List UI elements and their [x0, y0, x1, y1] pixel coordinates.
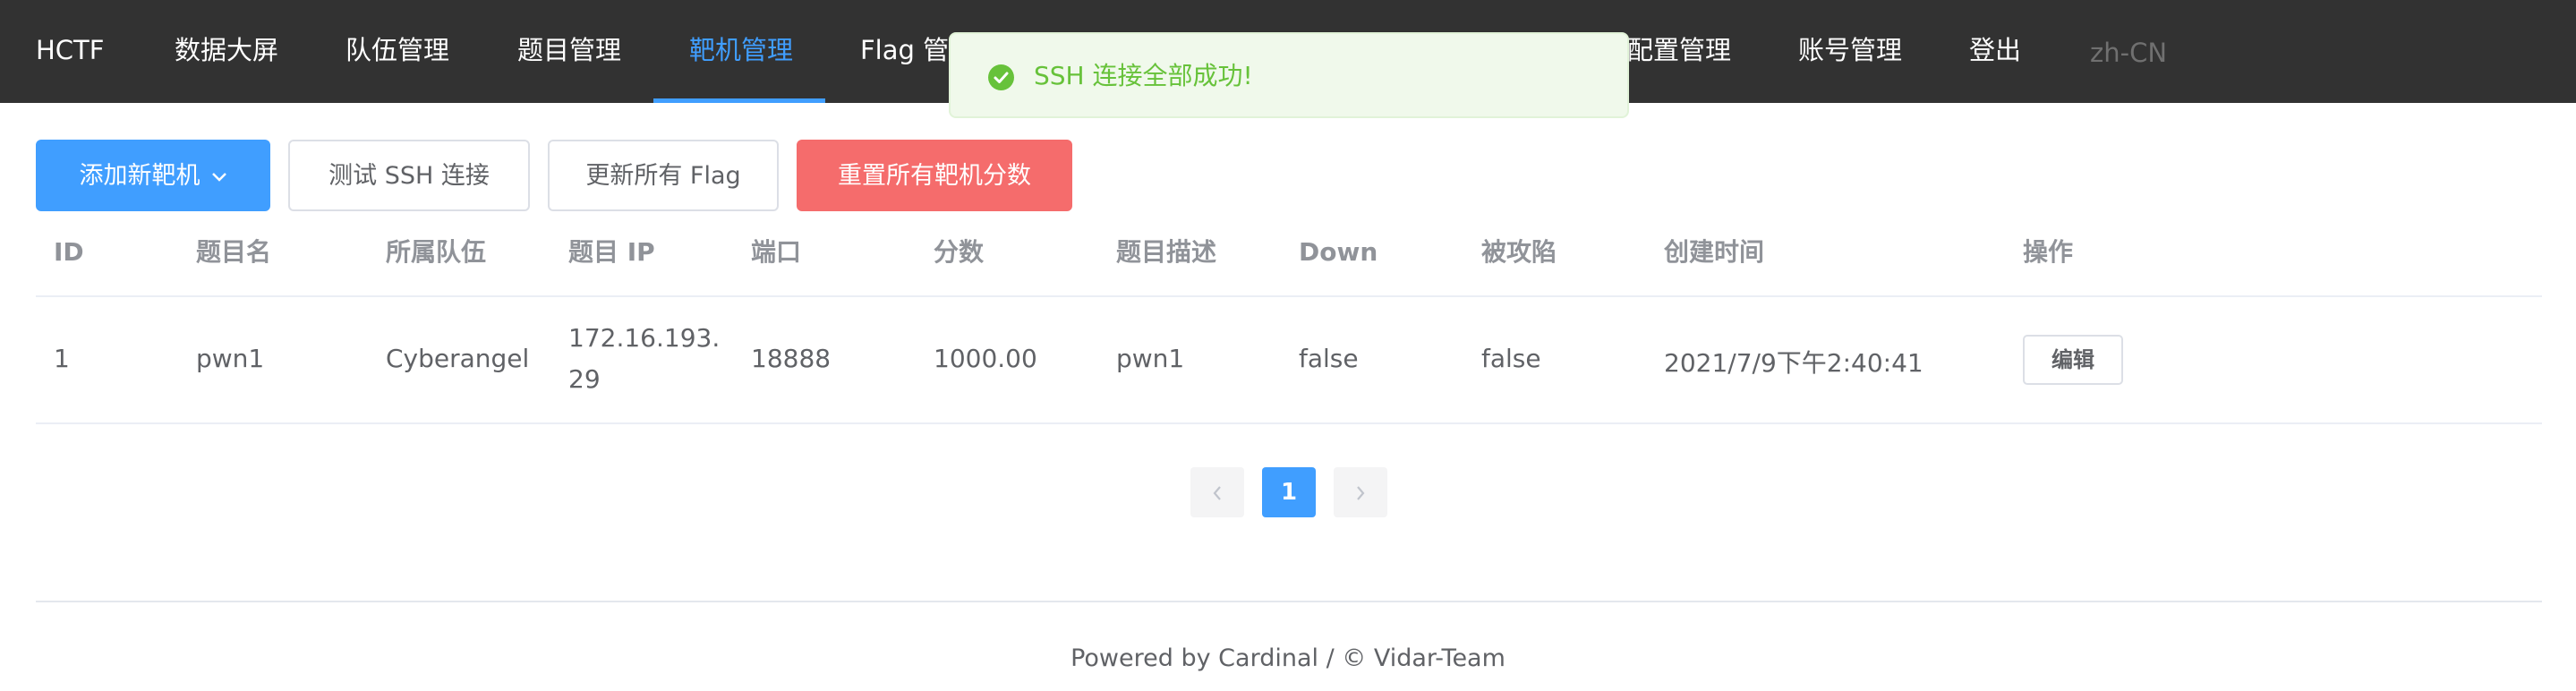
- cell-created-at: 2021/7/9下午2:40:41: [1664, 348, 1923, 378]
- nav-item-challenges[interactable]: 题目管理: [517, 0, 621, 103]
- cell-score: 1000.00: [934, 344, 1037, 373]
- cell-ip: 172.16.193.29: [568, 323, 721, 394]
- chevron-left-icon: [1211, 479, 1224, 506]
- refresh-flags-button[interactable]: 更新所有 Flag: [548, 140, 779, 211]
- cell-id: 1: [54, 344, 70, 373]
- column-header-id[interactable]: ID: [54, 236, 84, 269]
- column-header-down[interactable]: Down: [1299, 236, 1378, 269]
- next-page-button[interactable]: [1334, 467, 1387, 517]
- reset-scores-button[interactable]: 重置所有靶机分数: [797, 140, 1072, 211]
- column-header-description[interactable]: 题目描述: [1116, 236, 1216, 269]
- nav-item-dashboard[interactable]: 数据大屏: [175, 0, 278, 103]
- nav-active-indicator: [653, 98, 825, 103]
- column-header-challenge[interactable]: 题目名: [196, 236, 271, 269]
- page-number-button[interactable]: 1: [1262, 467, 1316, 517]
- nav-item-logout[interactable]: 登出: [1969, 0, 2021, 103]
- success-check-icon: [988, 64, 1014, 90]
- column-header-actions: 操作: [2023, 237, 2074, 267]
- add-gamebox-button[interactable]: 添加新靶机: [36, 140, 270, 211]
- toast-message: SSH 连接全部成功!: [1034, 61, 1253, 90]
- cell-port: 18888: [751, 344, 832, 373]
- footer-credit: Powered by Cardinal / © Vidar-Team: [1070, 644, 1506, 672]
- edit-button[interactable]: 编辑: [2023, 335, 2123, 385]
- prev-page-button[interactable]: [1190, 467, 1244, 517]
- column-header-created-at[interactable]: 创建时间: [1664, 236, 1764, 269]
- add-gamebox-label: 添加新靶机: [79, 162, 200, 190]
- footer-divider: [36, 601, 2542, 602]
- column-header-port[interactable]: 端口: [751, 236, 801, 269]
- cell-team: Cyberangel: [386, 344, 530, 373]
- success-toast: SSH 连接全部成功!: [949, 32, 1629, 118]
- chevron-right-icon: [1354, 479, 1367, 506]
- nav-brand[interactable]: HCTF: [36, 0, 104, 103]
- test-ssh-button[interactable]: 测试 SSH 连接: [288, 140, 530, 211]
- column-header-score[interactable]: 分数: [934, 236, 984, 269]
- chevron-down-icon: [211, 141, 227, 210]
- column-header-team[interactable]: 所属队伍: [386, 236, 486, 269]
- cell-down: false: [1299, 344, 1359, 373]
- nav-item-teams[interactable]: 队伍管理: [345, 0, 449, 103]
- table-header-divider: [36, 295, 2542, 297]
- column-header-ip[interactable]: 题目 IP: [568, 236, 655, 269]
- language-selector[interactable]: zh-CN: [2090, 0, 2167, 103]
- cell-attacked: false: [1481, 344, 1541, 373]
- nav-item-accounts[interactable]: 账号管理: [1798, 0, 1902, 103]
- nav-item-gamebox[interactable]: 靶机管理: [689, 0, 793, 103]
- nav-item-config[interactable]: 配置管理: [1627, 0, 1731, 103]
- table-row-divider: [36, 422, 2542, 424]
- column-header-attacked[interactable]: 被攻陷: [1481, 236, 1557, 269]
- cell-challenge: pwn1: [196, 344, 265, 373]
- cell-description: pwn1: [1116, 344, 1185, 373]
